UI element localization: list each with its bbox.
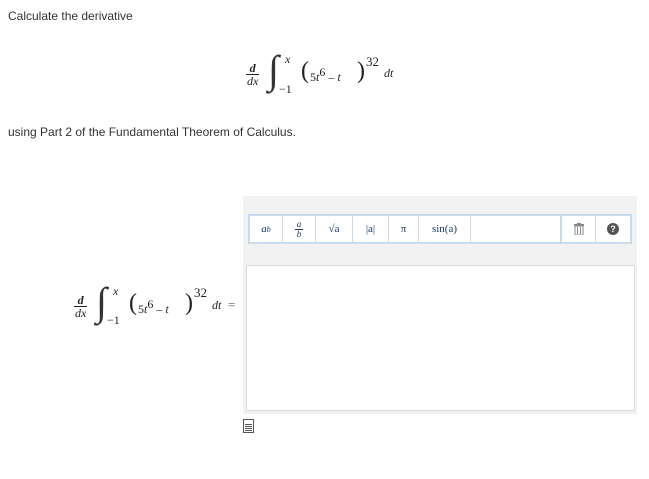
dt-label: dt [384,66,394,80]
pi-button[interactable]: π [389,216,419,242]
open-paren-2: ( [129,290,137,316]
sin-button[interactable]: sin(a) [419,216,471,242]
power-32: 32 [366,54,379,69]
d-numerator: d [249,61,256,75]
upper-limit-2: x [113,284,119,298]
question-prompt: Calculate the derivative [8,9,133,23]
clear-button[interactable] [561,216,596,242]
math-toolbar: ab a b √a |a| π sin(a) ? [248,214,632,244]
variable-t-2: t [337,70,341,84]
upper-limit: x [285,52,291,66]
power-button[interactable]: ab [250,216,283,242]
derivative-expression: d dx ∫ x −1 ( 5t6 – t ) 32 dt [246,47,426,102]
close-paren: ) [357,58,365,84]
d-dx-operator: d dx [246,61,260,88]
close-paren-2: ) [185,290,193,316]
help-button[interactable]: ? [596,216,630,242]
abs-button[interactable]: |a| [353,216,389,242]
sqrt-button[interactable]: √a [316,216,353,242]
answer-input[interactable] [246,265,635,411]
power-32-2: 32 [194,285,207,300]
minus-sign: – [325,70,338,84]
document-icon[interactable] [243,419,254,433]
dx-denominator-2: dx [74,306,88,320]
power-sup: b [266,224,271,234]
open-paren: ( [301,58,309,84]
answer-expression-label: d dx ∫ x −1 ( 5t6 – t ) 32 dt = [74,279,244,332]
toolbar-spacer [471,216,561,242]
fraction-button[interactable]: a b [283,216,316,242]
lower-limit: −1 [279,82,292,96]
fraction-num: a [294,218,304,230]
d-dx-operator-2: d dx [74,293,88,320]
help-icon: ? [607,223,619,235]
integral-sign-2: ∫ [96,279,107,324]
integral-sign: ∫ [268,47,279,92]
dx-denominator: dx [246,74,260,88]
variable-t-4: t [165,302,169,316]
integrand-2: 5t6 – t [138,297,169,317]
fraction-den: b [296,228,302,239]
equals-sign: = [228,297,236,312]
lower-limit-2: −1 [107,313,120,327]
minus-sign-2: – [153,302,166,316]
d-numerator-2: d [77,293,84,307]
question-instruction: using Part 2 of the Fundamental Theorem … [8,125,296,139]
integrand: 5t6 – t [310,65,341,85]
trash-icon [573,223,584,235]
dt-label-2: dt [212,298,222,312]
